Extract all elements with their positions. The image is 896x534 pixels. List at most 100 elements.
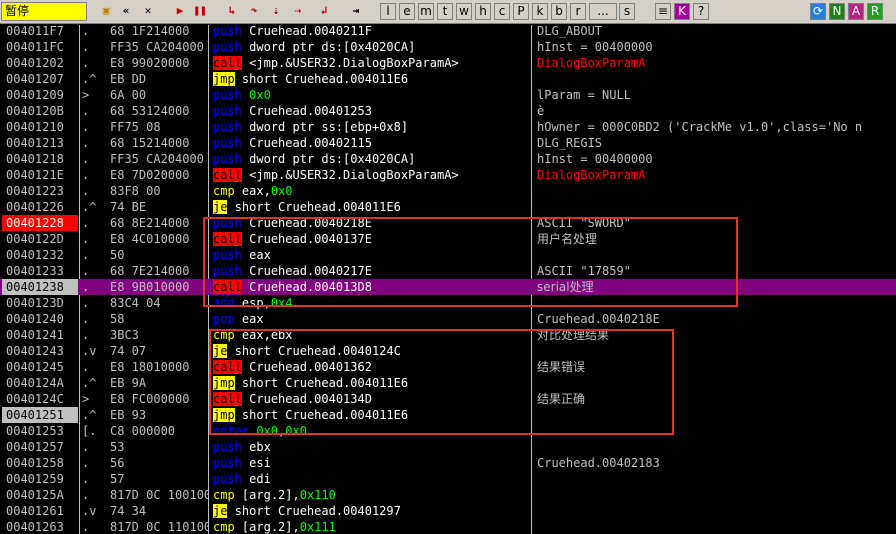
- plugin-k-icon[interactable]: K: [674, 3, 690, 20]
- goto-icon[interactable]: ⇥: [348, 3, 364, 20]
- close-icon[interactable]: ✕: [140, 3, 156, 20]
- jump-marker: .^: [82, 376, 97, 390]
- disasm-row[interactable]: 00401241. 3BC3 cmp eax,ebx 对比处理结果: [0, 327, 896, 343]
- jump-marker: .: [82, 472, 90, 486]
- address: 00401233: [6, 264, 64, 278]
- comment: [537, 439, 896, 455]
- operand: Cruehead.00402115: [249, 136, 372, 150]
- trace-over-icon[interactable]: ⇢: [290, 3, 306, 20]
- operand: esi: [249, 456, 271, 470]
- source-window-button[interactable]: s: [619, 3, 635, 20]
- disasm-row[interactable]: 00401209 >6A 00 push 0x0 lParam = NULL: [0, 87, 896, 103]
- handles-window-button[interactable]: h: [475, 3, 491, 20]
- trace-into-icon[interactable]: ⇣: [268, 3, 284, 20]
- hex-bytes: EB 93: [110, 408, 147, 422]
- help-icon[interactable]: ?: [693, 3, 709, 20]
- call-stack-window-button[interactable]: k: [532, 3, 548, 20]
- plugin-n-icon[interactable]: N: [829, 3, 845, 20]
- disasm-row[interactable]: 00401251 .^ EB 93 jmp short Cruehead.004011…: [0, 407, 896, 423]
- operand: short Cruehead.0040124C: [234, 344, 401, 358]
- jump-marker: .: [82, 328, 90, 342]
- disassembly-pane[interactable]: 004011F7. 68 1F214000 push Cruehead.004021…: [0, 25, 896, 534]
- disasm-row[interactable]: 0040124A .^ EB 9A jmp short Cruehead.004011…: [0, 375, 896, 391]
- disasm-row[interactable]: 00401263. 817D 0C 1101000 cmp [arg.2],0x11…: [0, 519, 896, 534]
- plugin-a-icon[interactable]: A: [848, 3, 864, 20]
- disasm-row[interactable]: 0040121E. E8 7D020000 call <jmp.&USER32.Di…: [0, 167, 896, 183]
- disasm-row[interactable]: 00401207 .^ EB DD jmp short Cruehead.004011…: [0, 71, 896, 87]
- disasm-row[interactable]: 004011F7. 68 1F214000 push Cruehead.004021…: [0, 25, 896, 39]
- comment: hInst = 00400000: [537, 40, 653, 54]
- address: 00401226: [6, 200, 64, 214]
- log-window-button[interactable]: l: [380, 3, 396, 20]
- disasm-row[interactable]: 0040125A. 817D 0C 1001000 cmp [arg.2],0x11…: [0, 487, 896, 503]
- disasm-row[interactable]: 00401210. FF75 08 push dword ptr ss:[ebp+0…: [0, 119, 896, 135]
- windows-window-button[interactable]: w: [456, 3, 472, 20]
- mnemonic: push: [213, 440, 242, 454]
- comment: [537, 423, 896, 439]
- comment: 对比处理结果: [537, 328, 610, 342]
- breakpoints-window-button[interactable]: b: [551, 3, 567, 20]
- references-window-button[interactable]: r: [570, 3, 586, 20]
- disasm-row[interactable]: 00401257. 53 push ebx: [0, 439, 896, 455]
- disasm-row[interactable]: 00401233. 68 7E214000 push Cruehead.004021…: [0, 263, 896, 279]
- hex-bytes: 68 15214000: [110, 136, 190, 150]
- disasm-row[interactable]: 00401202. E8 99020000 call <jmp.&USER32.Di…: [0, 55, 896, 71]
- hex-bytes: 83F8 00: [110, 184, 161, 198]
- disasm-row[interactable]: 00401258. 56 push esi Cruehead.00402183: [0, 455, 896, 471]
- operand: <jmp.&USER32.DialogBoxParamA>: [249, 56, 459, 70]
- disasm-row[interactable]: 00401243 .v 74 07 je short Cruehead.0040124…: [0, 343, 896, 359]
- disassembly: jmp short Cruehead.004011E6: [213, 375, 529, 391]
- hex-bytes: 53: [110, 440, 125, 454]
- memory-window-button[interactable]: m: [418, 3, 434, 20]
- disasm-row[interactable]: 0040122D. E8 4C010000 call Cruehead.004013…: [0, 231, 896, 247]
- disasm-row[interactable]: 0040120B. 68 53124000 push Cruehead.004012…: [0, 103, 896, 119]
- disasm-row[interactable]: 00401261 .v 74 34 je short Cruehead.0040129…: [0, 503, 896, 519]
- jump-marker: .: [82, 152, 90, 166]
- comment: [537, 71, 896, 87]
- jump-marker: .: [82, 216, 90, 230]
- disasm-row[interactable]: 00401228. 68 8E214000 push Cruehead.004021…: [0, 215, 896, 231]
- plugin-r-icon[interactable]: R: [867, 3, 883, 20]
- disasm-row[interactable]: 00401223. 83F8 00 cmp eax,0x0: [0, 183, 896, 199]
- cpu-window-button[interactable]: c: [494, 3, 510, 20]
- step-into-icon[interactable]: ↳: [224, 3, 240, 20]
- run-icon[interactable]: ▶: [172, 3, 188, 20]
- disasm-row[interactable]: 00401259. 57 push edi: [0, 471, 896, 487]
- restart-icon[interactable]: «: [118, 3, 134, 20]
- step-over-icon[interactable]: ↷: [246, 3, 262, 20]
- disasm-row[interactable]: 00401245. E8 18010000 call Cruehead.004013…: [0, 359, 896, 375]
- disasm-row[interactable]: 00401253 [. C8 000000 enter 0x0,0x0: [0, 423, 896, 439]
- disasm-row[interactable]: 0040124C > E8 FC000000 call Cruehead.004013…: [0, 391, 896, 407]
- pause-icon[interactable]: ❚❚: [192, 3, 208, 20]
- disasm-row[interactable]: 00401232. 50 push eax: [0, 247, 896, 263]
- mnemonic: push: [213, 25, 242, 38]
- disasm-row[interactable]: 00401240. 58 pop eax Cruehead.0040218E: [0, 311, 896, 327]
- disassembly: push Cruehead.0040217E: [213, 263, 529, 279]
- comment: ASCII "17859": [537, 264, 631, 278]
- list-icon[interactable]: ≡: [655, 3, 671, 20]
- address: 00401257: [6, 440, 64, 454]
- operand: eax,ebx: [241, 328, 293, 342]
- run-trace-window-button[interactable]: ...: [589, 3, 617, 20]
- operand: dword ptr ds:[0x4020CA]: [249, 40, 416, 54]
- execute-till-return-icon[interactable]: ↲: [316, 3, 332, 20]
- patches-window-button[interactable]: P: [513, 3, 529, 20]
- open-icon[interactable]: ▣: [98, 3, 114, 20]
- comment: [537, 519, 896, 534]
- jump-marker: .: [82, 40, 90, 54]
- disasm-row[interactable]: 004011FC. FF35 CA204000 push dword ptr ds:…: [0, 39, 896, 55]
- disasm-row[interactable]: 00401213. 68 15214000 push Cruehead.004021…: [0, 135, 896, 151]
- disasm-row[interactable]: 0040123D. 83C4 04 add esp,0x4: [0, 295, 896, 311]
- hex-bytes: E8 9B010000: [110, 280, 190, 294]
- jump-marker: .: [82, 440, 90, 454]
- hex-bytes: 74 BE: [110, 200, 147, 214]
- threads-window-button[interactable]: t: [437, 3, 453, 20]
- mnemonic: push: [213, 248, 242, 262]
- disasm-row[interactable]: 00401226 .^ 74 BE je short Cruehead.004011E…: [0, 199, 896, 215]
- refresh-icon[interactable]: ⟳: [810, 3, 826, 20]
- address: 0040124C: [6, 392, 64, 406]
- disasm-row[interactable]: 00401238. E8 9B010000 call Cruehead.004013…: [0, 279, 896, 295]
- modules-window-button[interactable]: e: [399, 3, 415, 20]
- mnemonic: push: [213, 120, 242, 134]
- disasm-row[interactable]: 00401218. FF35 CA204000 push dword ptr ds:…: [0, 151, 896, 167]
